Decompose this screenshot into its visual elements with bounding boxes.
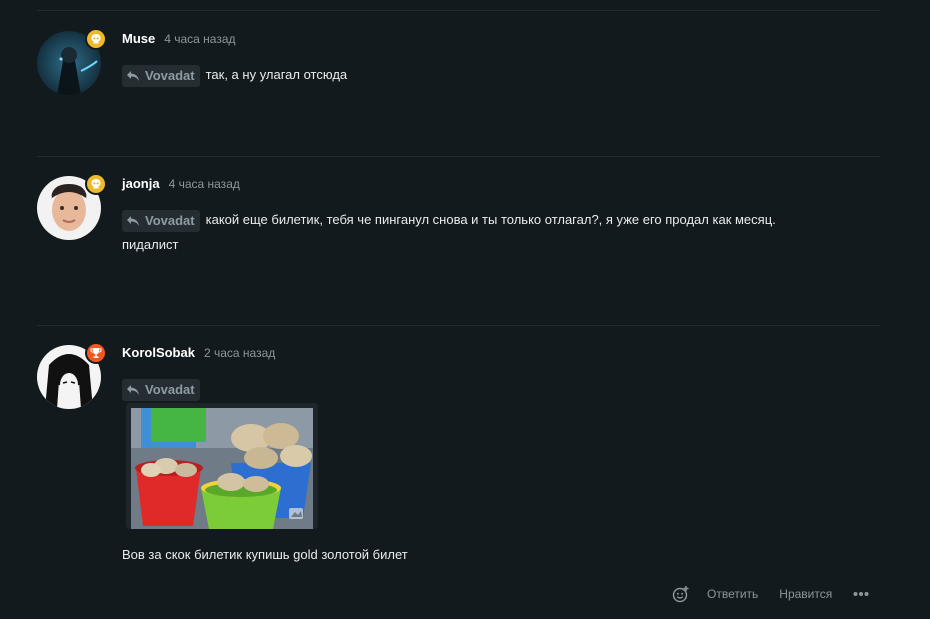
reply-to-chip[interactable]: Vovadat	[122, 209, 200, 232]
avatar-wrapper[interactable]	[37, 342, 107, 409]
trophy-badge-icon	[85, 342, 107, 364]
top-divider	[37, 10, 880, 11]
mushroom-buckets-image	[131, 408, 313, 529]
comment-text: Вов за скок билетик купишь gold золотой …	[122, 547, 408, 562]
avatar-wrapper[interactable]	[37, 28, 107, 95]
skull-badge-icon	[85, 28, 107, 50]
reply-arrow-icon	[127, 70, 139, 81]
reply-button[interactable]: Ответить	[707, 587, 758, 601]
comment-divider	[37, 325, 880, 326]
comment-text-continued: пидалист	[122, 237, 179, 252]
reply-to-name: Vovadat	[145, 382, 195, 398]
comment-actions: Ответить Нравится	[672, 584, 869, 604]
comment-text: так, а ну улагал отсюда	[205, 67, 348, 82]
comment-author[interactable]: jaonja	[122, 176, 160, 191]
image-attachment[interactable]	[126, 403, 318, 529]
reply-to-chip[interactable]: Vovadat	[122, 64, 200, 87]
comment-time[interactable]: 4 часа назад	[169, 177, 240, 191]
skull-badge-icon	[85, 173, 107, 195]
comment-author[interactable]: KorolSobak	[122, 345, 195, 360]
comment-divider	[37, 156, 880, 157]
comment-author[interactable]: Muse	[122, 31, 155, 46]
reply-arrow-icon	[127, 384, 139, 395]
reply-arrow-icon	[127, 215, 139, 226]
comment-time[interactable]: 2 часа назад	[204, 346, 275, 360]
avatar-wrapper[interactable]	[37, 173, 107, 240]
comment-text: какой еще билетик, тебя че пинганул снов…	[205, 212, 776, 227]
comment-time[interactable]: 4 часа назад	[164, 32, 235, 46]
add-reaction-icon[interactable]	[672, 585, 690, 603]
reply-to-chip[interactable]: Vovadat	[122, 378, 200, 401]
reply-to-name: Vovadat	[145, 68, 195, 84]
like-button[interactable]: Нравится	[779, 587, 832, 601]
reply-to-name: Vovadat	[145, 213, 195, 229]
more-options-icon[interactable]	[853, 591, 869, 597]
